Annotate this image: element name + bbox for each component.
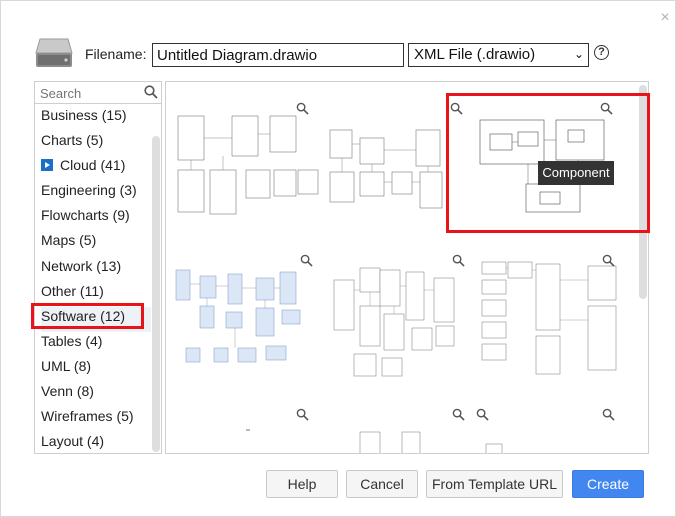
diagram-thumbnail <box>359 431 421 453</box>
close-icon[interactable]: × <box>658 10 672 26</box>
chevron-down-icon: ⌄ <box>573 47 584 61</box>
sidebar-scrollbar[interactable] <box>152 136 160 452</box>
template-thumbnail[interactable] <box>324 250 470 380</box>
zoom-icon[interactable] <box>476 408 489 421</box>
template-thumbnail[interactable] <box>476 250 622 380</box>
new-diagram-dialog: × Filename: XML File (.drawio) ⌄ ? Busin… <box>0 0 676 517</box>
zoom-icon[interactable] <box>296 408 309 421</box>
search-icon[interactable] <box>144 85 158 99</box>
create-button[interactable]: Create <box>572 470 644 498</box>
format-select[interactable]: XML File (.drawio) ⌄ <box>408 43 589 67</box>
category-cloud-label: Cloud (41) <box>60 157 126 174</box>
cloud-expand-icon <box>41 159 53 172</box>
drive-icon <box>35 38 73 67</box>
diagram-thumbnail <box>246 429 250 431</box>
zoom-icon[interactable] <box>602 408 615 421</box>
template-tooltip: Component <box>538 161 614 185</box>
zoom-icon[interactable] <box>602 254 615 267</box>
category-flowcharts[interactable]: Flowcharts (9) <box>41 206 151 231</box>
filename-label: Filename: <box>85 46 147 62</box>
db-schema-thumbnail <box>481 261 617 375</box>
category-list: Business (15) Charts (5) Cloud (41) Engi… <box>41 106 151 453</box>
zoom-icon[interactable] <box>296 102 309 115</box>
class-diagram-thumbnail <box>175 269 301 363</box>
table-diagram-thumbnail <box>333 267 455 377</box>
category-venn[interactable]: Venn (8) <box>41 382 151 407</box>
zoom-icon[interactable] <box>452 408 465 421</box>
category-maps[interactable]: Maps (5) <box>41 231 151 256</box>
template-thumbnail[interactable] <box>170 250 316 380</box>
category-sidebar: Business (15) Charts (5) Cloud (41) Engi… <box>34 81 162 454</box>
filename-input[interactable] <box>152 43 404 67</box>
template-thumbnail[interactable] <box>476 404 622 453</box>
template-thumbnail[interactable] <box>170 98 462 218</box>
category-network[interactable]: Network (13) <box>41 257 151 282</box>
category-cloud[interactable]: Cloud (41) <box>41 156 151 181</box>
search-box <box>35 82 161 104</box>
zoom-icon[interactable] <box>452 254 465 267</box>
category-charts[interactable]: Charts (5) <box>41 131 151 156</box>
category-business[interactable]: Business (15) <box>41 106 151 131</box>
cancel-button[interactable]: Cancel <box>346 470 418 498</box>
category-tables[interactable]: Tables (4) <box>41 332 151 357</box>
category-uml[interactable]: UML (8) <box>41 357 151 382</box>
template-thumbnail[interactable] <box>324 404 470 453</box>
template-thumbnail[interactable] <box>170 404 316 453</box>
zoom-icon[interactable] <box>300 254 313 267</box>
er-diagram-thumbnail <box>177 115 443 215</box>
category-wireframes[interactable]: Wireframes (5) <box>41 407 151 432</box>
help-icon[interactable]: ? <box>594 45 609 60</box>
diagram-thumbnail <box>485 443 503 453</box>
category-engineering[interactable]: Engineering (3) <box>41 181 151 206</box>
format-selected-value: XML File (.drawio) <box>414 46 536 63</box>
help-button[interactable]: Help <box>266 470 338 498</box>
category-layout[interactable]: Layout (4) <box>41 432 151 453</box>
search-input[interactable] <box>38 84 142 102</box>
from-template-url-button[interactable]: From Template URL <box>426 470 563 498</box>
software-highlight-box <box>31 303 144 329</box>
